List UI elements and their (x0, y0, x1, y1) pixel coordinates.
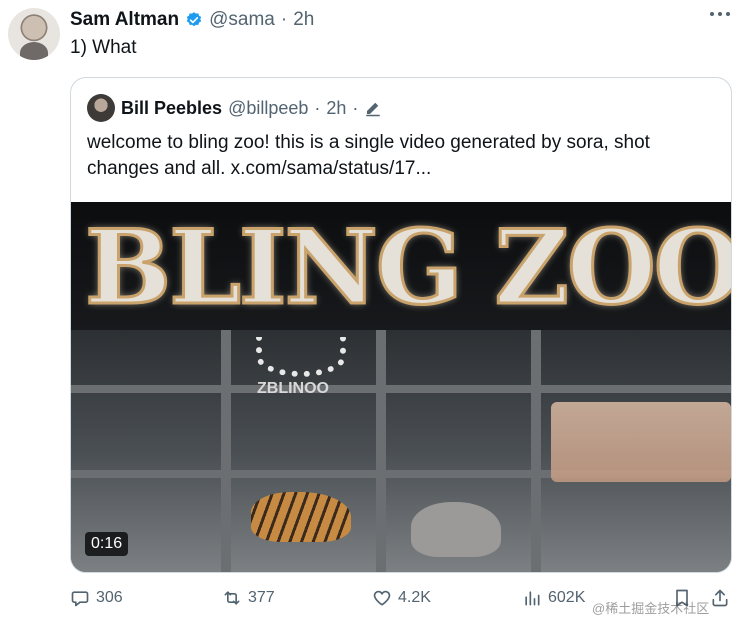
reply-icon (71, 591, 89, 607)
necklace-display (256, 337, 346, 377)
views-button[interactable]: 602K (522, 588, 585, 608)
like-count: 4.2K (398, 589, 431, 606)
reply-button[interactable]: 306 (70, 588, 123, 608)
quote-text: welcome to bling zoo! this is a single v… (87, 132, 650, 179)
quote-author-name[interactable]: Bill Peebles (121, 98, 222, 119)
retweet-icon (224, 591, 240, 605)
separator-dot: · (280, 9, 288, 30)
share-button[interactable] (710, 588, 730, 608)
quote-separator-dot: · (314, 97, 321, 118)
verified-badge-icon (186, 12, 202, 27)
views-chart-icon (525, 591, 540, 606)
quote-author-avatar[interactable] (87, 94, 115, 122)
reply-count: 306 (96, 589, 123, 606)
tweet-header: Sam Altman @sama · 2h (70, 9, 314, 31)
retweet-button[interactable]: 377 (222, 588, 275, 608)
quote-author-handle[interactable]: @billpeeb (228, 98, 308, 119)
quote-separator-dot-2: · (352, 97, 359, 118)
storefront-sign-band: BLING ZOO (71, 202, 732, 330)
views-count: 602K (548, 589, 586, 606)
more-options-icon[interactable] (710, 12, 730, 16)
retweet-count: 377 (248, 589, 275, 606)
share-icon (712, 589, 728, 607)
case-label: ZBLINOO (257, 380, 329, 397)
elephant-figurine (411, 502, 501, 557)
author-name[interactable]: Sam Altman (70, 9, 179, 31)
tiger-figurine (251, 492, 351, 542)
heart-icon (373, 590, 391, 606)
video-duration-badge: 0:16 (85, 532, 129, 556)
quoted-tweet-card[interactable]: Bill Peebles @billpeeb · 2h · welcome to… (70, 77, 732, 573)
tweet-text: 1) What (70, 37, 137, 58)
quote-time[interactable]: 2h (326, 98, 346, 119)
like-button[interactable]: 4.2K (372, 588, 431, 608)
video-player[interactable]: BLING ZOO ZBLINOO 0:16 (71, 202, 732, 572)
author-handle[interactable]: @sama (209, 9, 275, 31)
display-case (551, 402, 731, 482)
author-avatar[interactable] (8, 8, 60, 60)
bling-zoo-sign: BLING ZOO (84, 207, 732, 330)
watermark: @稀土掘金技术社区 (592, 601, 710, 616)
tweet-time[interactable]: 2h (293, 9, 314, 31)
edit-pencil-icon (366, 102, 381, 117)
quote-header: Bill Peebles @billpeeb · 2h · (87, 94, 382, 122)
